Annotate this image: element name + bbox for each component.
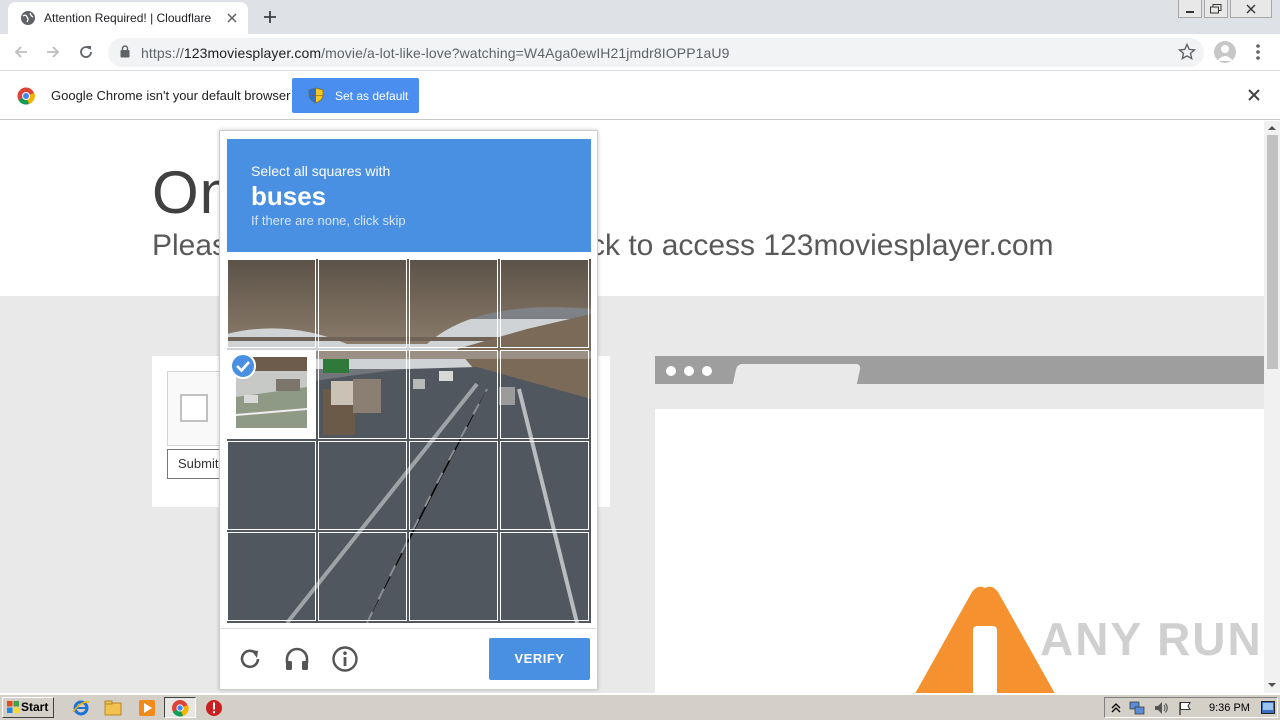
more-menu-icon[interactable] xyxy=(1250,42,1266,62)
restore-button[interactable] xyxy=(1204,0,1228,18)
arrow-right-icon xyxy=(47,46,60,58)
grid-tile[interactable] xyxy=(409,350,498,439)
selected-checkmark-icon xyxy=(230,353,256,379)
stop-icon[interactable] xyxy=(205,699,223,717)
grid-tile[interactable] xyxy=(318,259,407,348)
page-scrollbar[interactable] xyxy=(1264,121,1280,693)
tab-strip: Attention Required! | Cloudflare xyxy=(0,0,1280,34)
illustration-tab xyxy=(732,364,862,384)
start-button[interactable]: Start xyxy=(2,697,54,718)
lock-icon xyxy=(120,45,130,58)
url-scheme: https:// xyxy=(141,45,184,61)
media-player-icon[interactable] xyxy=(138,699,156,717)
chevron-up-icon[interactable] xyxy=(1111,702,1121,714)
challenge-hint: If there are none, click skip xyxy=(251,213,406,228)
grid-tile[interactable] xyxy=(227,441,316,530)
grid-tile[interactable] xyxy=(227,532,316,621)
internet-explorer-icon[interactable] xyxy=(72,699,90,717)
challenge-header: Select all squares with buses If there a… xyxy=(227,139,591,252)
illustration-dot xyxy=(702,366,712,376)
browser-toolbar: https://123moviesplayer.com/movie/a-lot-… xyxy=(0,34,1280,71)
scroll-thumb[interactable] xyxy=(1267,135,1278,369)
tab-title: Attention Required! | Cloudflare xyxy=(44,11,212,25)
grid-tile[interactable] xyxy=(318,441,407,530)
back-button[interactable] xyxy=(9,40,33,64)
bookmark-star-icon[interactable] xyxy=(1178,43,1196,61)
forward-button[interactable] xyxy=(41,40,65,64)
close-tab-icon[interactable] xyxy=(222,8,242,28)
recaptcha-checkbox[interactable] xyxy=(180,394,208,422)
page-subline-end: ck to access 123moviesplayer.com xyxy=(590,229,1054,262)
windows-flag-icon xyxy=(7,701,19,713)
page-header: On Pleas ck to access 123moviesplayer.co… xyxy=(0,121,1264,296)
chrome-taskbar-button[interactable] xyxy=(164,697,196,718)
profile-avatar[interactable] xyxy=(1214,41,1236,63)
illustration-dot xyxy=(684,366,694,376)
grid-tile[interactable] xyxy=(409,259,498,348)
set-as-default-button[interactable]: Set as default xyxy=(292,78,419,113)
reload-button[interactable] xyxy=(74,40,98,64)
info-icon[interactable] xyxy=(331,645,359,673)
scroll-down-icon[interactable] xyxy=(1268,681,1276,689)
arrow-left-icon xyxy=(14,46,27,58)
grid-tile[interactable] xyxy=(500,350,589,439)
url-path: /movie/a-lot-like-love?watching=W4Aga0ew… xyxy=(321,45,730,61)
browser-tab[interactable]: Attention Required! | Cloudflare xyxy=(8,2,248,34)
grid-tile[interactable] xyxy=(500,259,589,348)
set-as-default-label: Set as default xyxy=(335,89,409,103)
window-controls xyxy=(1178,0,1272,20)
grid-tile[interactable] xyxy=(318,350,407,439)
grid-tile[interactable] xyxy=(318,532,407,621)
person-icon xyxy=(1217,45,1233,61)
challenge-footer: VERIFY xyxy=(220,628,597,690)
plus-icon xyxy=(264,11,276,23)
default-browser-infobar: Google Chrome isn't your default browser… xyxy=(0,71,1280,120)
challenge-target: buses xyxy=(251,181,327,211)
grid-tile[interactable] xyxy=(409,441,498,530)
page-content: On Pleas ck to access 123moviesplayer.co… xyxy=(0,121,1264,693)
illustration-dot xyxy=(666,366,676,376)
chrome-icon xyxy=(172,700,189,717)
scroll-up-icon[interactable] xyxy=(1268,124,1276,132)
network-icon[interactable] xyxy=(1129,700,1145,716)
image-grid xyxy=(227,259,591,623)
uac-shield-icon xyxy=(308,87,324,104)
illustration-titlebar xyxy=(655,356,1264,384)
grid-tile[interactable] xyxy=(500,532,589,621)
address-bar[interactable]: https://123moviesplayer.com/movie/a-lot-… xyxy=(108,38,1204,67)
grid-tile[interactable] xyxy=(500,441,589,530)
windows-taskbar: Start 9:36 PM xyxy=(0,694,1280,720)
verify-button[interactable]: VERIFY xyxy=(489,638,590,680)
url-text: https://123moviesplayer.com/movie/a-lot-… xyxy=(141,45,730,61)
audio-challenge-icon[interactable] xyxy=(283,645,311,673)
recaptcha-challenge: Select all squares with buses If there a… xyxy=(219,130,598,690)
grid-tile[interactable] xyxy=(409,532,498,621)
reload-icon xyxy=(80,46,92,58)
system-tray: 9:36 PM xyxy=(1104,697,1278,718)
grid-tile[interactable] xyxy=(227,259,316,348)
url-host: 123moviesplayer.com xyxy=(183,45,322,61)
close-infobar-icon[interactable] xyxy=(1247,88,1261,102)
challenge-instruction: Select all squares with xyxy=(251,163,391,179)
refresh-icon[interactable] xyxy=(236,645,264,673)
action-center-flag-icon[interactable] xyxy=(1177,700,1193,716)
new-tab-button[interactable] xyxy=(258,6,282,28)
show-desktop-icon[interactable] xyxy=(1261,701,1275,714)
start-label: Start xyxy=(21,700,49,714)
taskbar-clock: 9:36 PM xyxy=(1209,702,1250,714)
chrome-logo-icon xyxy=(17,87,35,105)
minimize-button[interactable] xyxy=(1178,0,1202,18)
globe-icon xyxy=(21,11,35,25)
file-explorer-icon[interactable] xyxy=(104,699,122,717)
volume-icon[interactable] xyxy=(1153,700,1169,716)
anyrun-watermark: ANY RUN xyxy=(1040,613,1263,665)
infobar-message: Google Chrome isn't your default browser xyxy=(51,88,291,103)
page-subline-start: Pleas xyxy=(152,229,228,262)
close-window-button[interactable] xyxy=(1230,0,1272,18)
